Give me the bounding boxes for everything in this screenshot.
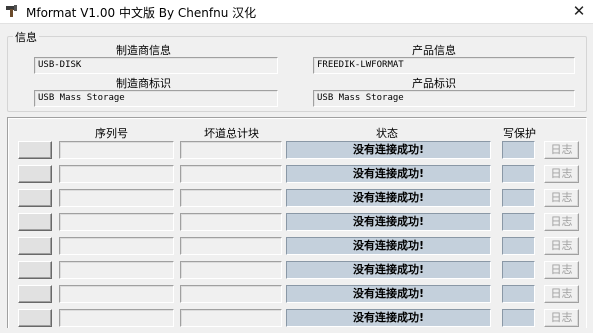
port-button[interactable]: [18, 189, 52, 207]
write-protect-field: [502, 309, 535, 327]
serial-field[interactable]: [59, 261, 174, 279]
write-protect-field: [502, 285, 535, 303]
write-protect-field: [502, 261, 535, 279]
column-header-bad-blocks: 坏道总计块: [204, 127, 259, 140]
port-button[interactable]: [18, 141, 52, 159]
log-button[interactable]: 日志: [544, 237, 579, 255]
log-button[interactable]: 日志: [544, 189, 579, 207]
product-info-field[interactable]: FREEDIK-LWFORMAT: [313, 57, 575, 74]
serial-field[interactable]: [59, 189, 174, 207]
table-row: 没有连接成功! 日志: [0, 165, 593, 189]
log-button[interactable]: 日志: [544, 141, 579, 159]
status-field: 没有连接成功!: [286, 189, 491, 207]
bad-blocks-field[interactable]: [180, 261, 282, 279]
log-button[interactable]: 日志: [544, 213, 579, 231]
table-row: 没有连接成功! 日志: [0, 213, 593, 237]
table-row: 没有连接成功! 日志: [0, 237, 593, 261]
status-field: 没有连接成功!: [286, 213, 491, 231]
port-button[interactable]: [18, 261, 52, 279]
column-header-serial: 序列号: [95, 127, 128, 140]
log-button[interactable]: 日志: [544, 285, 579, 303]
bad-blocks-field[interactable]: [180, 141, 282, 159]
port-button[interactable]: [18, 309, 52, 327]
status-field: 没有连接成功!: [286, 237, 491, 255]
status-field: 没有连接成功!: [286, 141, 491, 159]
column-header-write-protect: 写保护: [503, 127, 536, 140]
status-field: 没有连接成功!: [286, 309, 491, 327]
close-button[interactable]: ✕: [565, 0, 593, 23]
serial-field[interactable]: [59, 237, 174, 255]
product-id-label: 产品标识: [412, 77, 456, 90]
bad-blocks-field[interactable]: [180, 309, 282, 327]
product-info-label: 产品信息: [412, 44, 456, 57]
status-field: 没有连接成功!: [286, 165, 491, 183]
port-button[interactable]: [18, 237, 52, 255]
table-row: 没有连接成功! 日志: [0, 261, 593, 285]
log-button[interactable]: 日志: [544, 165, 579, 183]
serial-field[interactable]: [59, 309, 174, 327]
table-row: 没有连接成功! 日志: [0, 285, 593, 309]
vendor-id-label: 制造商标识: [116, 77, 171, 90]
close-icon[interactable]: ✕: [573, 2, 586, 20]
info-group-legend: 信息: [13, 29, 39, 45]
log-button[interactable]: 日志: [544, 309, 579, 327]
status-field: 没有连接成功!: [286, 261, 491, 279]
write-protect-field: [502, 213, 535, 231]
vendor-id-field[interactable]: USB Mass Storage: [34, 90, 278, 107]
serial-field[interactable]: [59, 141, 174, 159]
product-id-field[interactable]: USB Mass Storage: [313, 90, 575, 107]
serial-field[interactable]: [59, 165, 174, 183]
hammer-icon: [6, 5, 17, 17]
serial-field[interactable]: [59, 285, 174, 303]
write-protect-field: [502, 141, 535, 159]
bad-blocks-field[interactable]: [180, 285, 282, 303]
table-row: 没有连接成功! 日志: [0, 141, 593, 165]
status-field: 没有连接成功!: [286, 285, 491, 303]
bad-blocks-field[interactable]: [180, 237, 282, 255]
write-protect-field: [502, 237, 535, 255]
table-row: 没有连接成功! 日志: [0, 309, 593, 333]
log-button[interactable]: 日志: [544, 261, 579, 279]
bad-blocks-field[interactable]: [180, 213, 282, 231]
window-title: Mformat V1.00 中文版 By Chenfnu 汉化: [26, 6, 257, 20]
serial-field[interactable]: [59, 213, 174, 231]
table-row: 没有连接成功! 日志: [0, 189, 593, 213]
write-protect-field: [502, 189, 535, 207]
title-bar: Mformat V1.00 中文版 By Chenfnu 汉化 ✕: [0, 0, 593, 24]
port-button[interactable]: [18, 213, 52, 231]
port-button[interactable]: [18, 285, 52, 303]
column-header-status: 状态: [376, 127, 398, 140]
write-protect-field: [502, 165, 535, 183]
vendor-info-field[interactable]: USB-DISK: [34, 57, 278, 74]
port-button[interactable]: [18, 165, 52, 183]
vendor-info-label: 制造商信息: [116, 44, 171, 57]
bad-blocks-field[interactable]: [180, 189, 282, 207]
bad-blocks-field[interactable]: [180, 165, 282, 183]
